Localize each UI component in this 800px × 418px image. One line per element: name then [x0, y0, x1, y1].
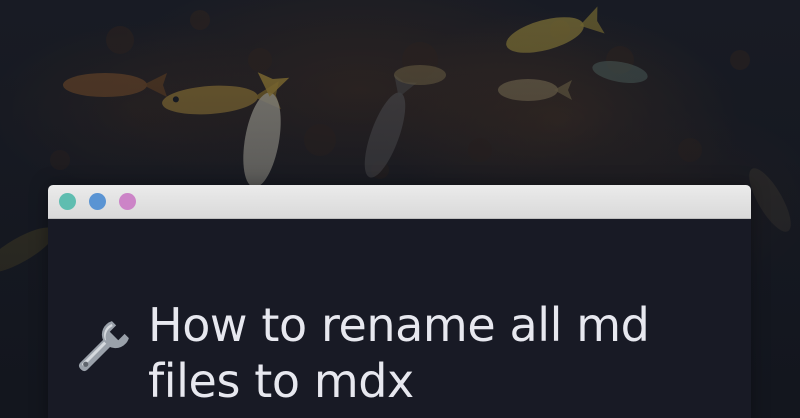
window-control-teal[interactable]: [59, 193, 76, 210]
wrench-icon: [78, 321, 129, 372]
window-content: How to rename all md files to mdx: [48, 219, 751, 418]
window-titlebar[interactable]: [48, 185, 751, 219]
window-control-pink[interactable]: [119, 193, 136, 210]
hero-scene: How to rename all md files to mdx: [0, 0, 800, 418]
page-title: How to rename all md files to mdx: [148, 298, 650, 408]
window-control-blue[interactable]: [89, 193, 106, 210]
app-window: How to rename all md files to mdx: [48, 185, 751, 418]
